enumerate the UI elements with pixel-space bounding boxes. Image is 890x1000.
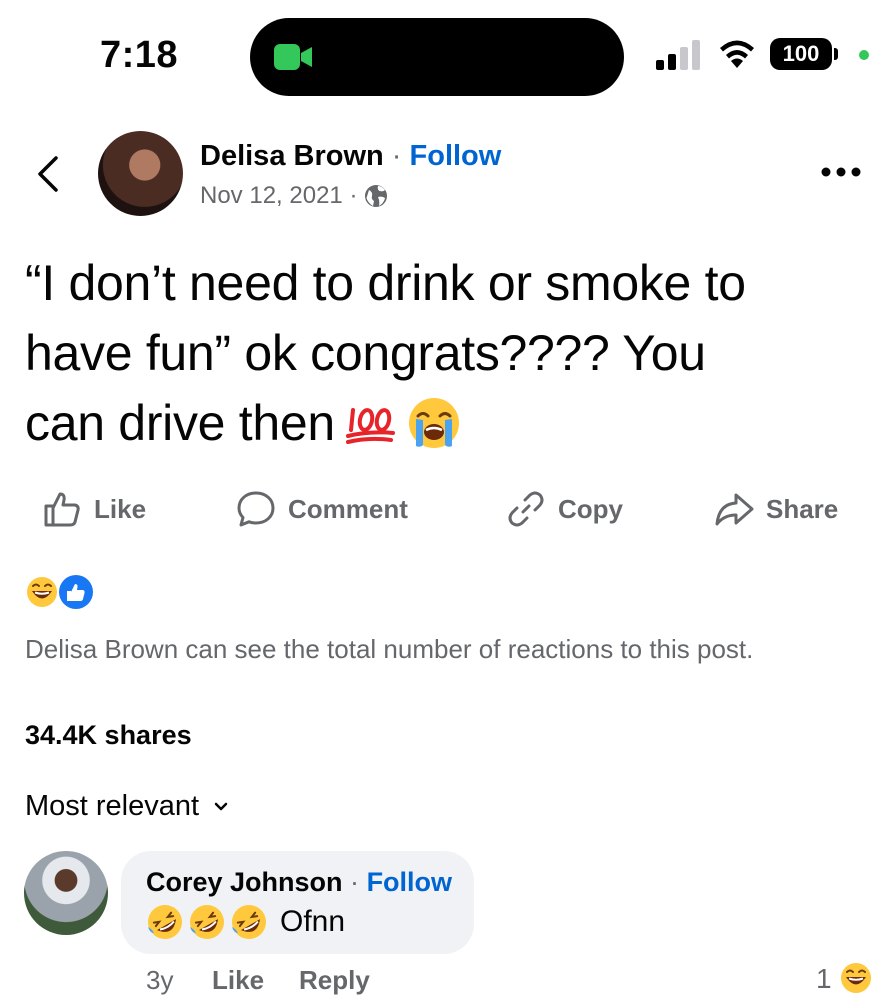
comment-reply-button[interactable]: Reply [299, 965, 370, 996]
author-name[interactable]: Delisa Brown [200, 140, 384, 172]
share-arrow-icon [715, 493, 754, 526]
reaction-icons[interactable] [24, 574, 94, 610]
comment-label: Comment [288, 493, 408, 524]
recording-indicator [859, 50, 869, 60]
comment-author-line: Corey Johnson · Follow [146, 867, 452, 898]
post-action-bar: Like Comment Copy Share [0, 486, 890, 532]
laughing-emoji [839, 961, 873, 995]
commenter-name[interactable]: Corey Johnson [146, 867, 343, 897]
like-button[interactable]: Like [42, 486, 146, 532]
share-button[interactable]: Share [714, 486, 838, 532]
more-dots-icon[interactable] [820, 165, 862, 179]
copy-label: Copy [558, 493, 623, 524]
copy-link-button[interactable]: Copy [506, 486, 623, 532]
hundred-points-emoji [345, 408, 395, 444]
thumbs-up-icon [44, 492, 80, 527]
sort-label: Most relevant [25, 790, 200, 822]
post-text-line: “I don’t need to drink or smoke to [25, 255, 746, 311]
comment-sort-dropdown[interactable]: Most relevant [25, 790, 229, 823]
separator-dot: · [391, 140, 402, 172]
comment-like-button[interactable]: Like [212, 965, 264, 996]
rofl-emoji [232, 905, 266, 939]
loudly-crying-emoji [408, 398, 459, 448]
post-date[interactable]: Nov 12, 2021 · [200, 182, 357, 210]
separator-dot: · [350, 867, 360, 897]
globe-icon [365, 185, 388, 207]
comment-body: Ofnn [280, 905, 346, 938]
commenter-follow-button[interactable]: Follow [367, 867, 452, 897]
chevron-down-icon [214, 802, 228, 810]
battery-tip [834, 48, 838, 60]
share-label: Share [766, 493, 839, 524]
post-text-line-with-emoji: can drive then [25, 388, 875, 458]
post-text-line: can drive then [25, 395, 335, 451]
wifi-icon [720, 40, 754, 68]
facetime-camera-icon [274, 44, 312, 70]
rofl-emoji [148, 905, 182, 939]
rofl-emoji [190, 905, 224, 939]
like-label: Like [94, 493, 147, 524]
comment-time: 3y [146, 965, 174, 995]
post-text-line: have fun” ok congrats???? You [25, 325, 706, 381]
author-avatar[interactable] [98, 131, 183, 216]
commenter-avatar[interactable] [24, 851, 108, 935]
cellular-signal-icon [656, 40, 700, 70]
post-date-line: Nov 12, 2021 · [200, 182, 389, 210]
reactions-visibility-note: Delisa Brown can see the total number of… [25, 634, 754, 664]
comment-text: Ofnn [146, 903, 345, 941]
laughing-reaction-icon [25, 575, 59, 609]
back-chevron-icon[interactable] [30, 152, 70, 196]
author-line: Delisa Brown · Follow [200, 140, 501, 173]
follow-button[interactable]: Follow [410, 140, 502, 172]
post-text: “I don’t need to drink or smoke to have … [25, 248, 875, 458]
battery-icon: 100 [770, 38, 832, 70]
comment-button[interactable]: Comment [236, 486, 408, 532]
link-icon [508, 491, 544, 527]
comment-reaction-count[interactable]: 1 [816, 963, 832, 995]
dynamic-island [250, 18, 624, 96]
comment-icon [237, 491, 275, 527]
share-count[interactable]: 34.4K shares [25, 720, 192, 751]
status-time: 7:18 [100, 34, 179, 76]
like-reaction-icon [59, 575, 93, 609]
